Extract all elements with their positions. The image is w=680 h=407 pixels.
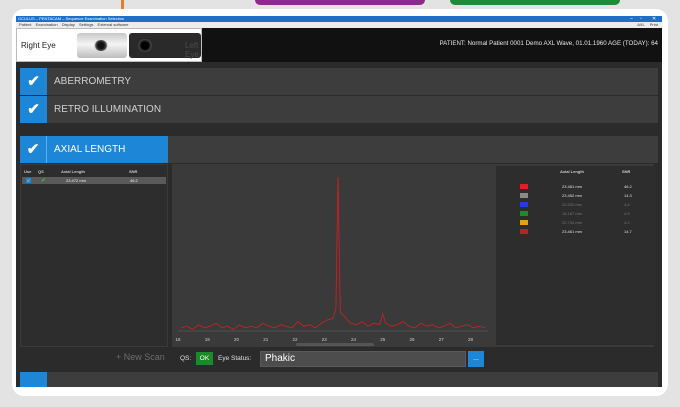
section-label: ABERROMETRY [54, 76, 132, 87]
purple-tab-edge [255, 0, 425, 5]
header-qs: QS [38, 169, 44, 174]
legend-snr: 4.9 [624, 211, 630, 216]
legend-swatch [520, 211, 528, 216]
menu-external-software[interactable]: External software [98, 22, 129, 27]
menu-examination[interactable]: Examination [36, 22, 58, 27]
x-tick-label: 25 [380, 337, 386, 342]
x-tick-label: 23 [322, 337, 328, 342]
legend-row[interactable]: 18.187 mm 4.9 [496, 210, 656, 217]
legend-header-snr: SNR [622, 169, 631, 174]
legend-axial-length: 23.452 mm [562, 193, 583, 198]
legend-snr: 46.2 [624, 184, 632, 189]
x-tick-label: 28 [468, 337, 474, 342]
patient-header: Right Eye Left Eye PATIENT: Normal Patie… [16, 28, 662, 62]
eye-status-label: Eye Status: [218, 355, 252, 362]
patient-info: PATIENT: Normal Patient 0001 Demo AXL Wa… [439, 40, 659, 47]
pentacam-window: OCULUS – PENTACAM – Sequence Examination… [16, 16, 662, 387]
x-tick-label: 20 [234, 337, 240, 342]
use-checkbox[interactable]: ✓ [26, 178, 31, 183]
checkmark-icon: ✔ [20, 96, 47, 123]
menu-print[interactable]: Print [650, 22, 658, 27]
qs-status-badge: OK [196, 352, 213, 365]
legend-swatch [520, 202, 528, 207]
green-tab-edge [450, 0, 620, 5]
right-eye-label[interactable]: Right Eye [21, 41, 56, 50]
section-label: AXIAL LENGTH [54, 144, 126, 155]
checkmark-icon [20, 372, 47, 387]
legend-snr: 14.7 [624, 229, 632, 234]
header-snr: SNR [129, 169, 138, 174]
scan-list-panel: Use QS Axial Length SNR ✓ ✔ 23.472 mm 46… [20, 164, 168, 347]
menu-display[interactable]: Display [62, 22, 75, 27]
window-title: OCULUS – PENTACAM – Sequence Examination… [18, 16, 125, 21]
section-next[interactable] [20, 372, 658, 387]
legend-axial-length: 22.734 mm [562, 220, 583, 225]
bottom-bar: + New Scan QS: OK Eye Status: Phakic ... [20, 349, 658, 369]
legend-swatch [520, 193, 528, 198]
x-tick-label: 21 [263, 337, 269, 342]
eye-status-field[interactable]: Phakic [260, 351, 466, 367]
scrollbar[interactable] [296, 343, 374, 346]
menu-settings[interactable]: Settings [79, 22, 93, 27]
x-tick-label: 27 [439, 337, 445, 342]
legend-axial-length: 23.481 mm [562, 184, 583, 189]
qs-label: QS: [180, 355, 192, 362]
menu-axl[interactable]: AXL [637, 22, 644, 27]
x-tick-label: 24 [351, 337, 357, 342]
right-eye-image[interactable] [77, 33, 127, 58]
table-row[interactable]: ✓ ✔ 23.472 mm 46.2 [22, 177, 166, 184]
eye-selector: Right Eye Left Eye [16, 28, 202, 62]
legend-axial-length: 20.330 mm [562, 202, 583, 207]
legend-swatch [520, 220, 528, 225]
more-button[interactable]: ... [468, 351, 484, 367]
scan-snr: 46.2 [130, 178, 138, 183]
section-retro-illumination[interactable]: ✔ RETRO ILLUMINATION [20, 96, 658, 123]
legend-axial-length: 18.187 mm [562, 211, 583, 216]
section-label: RETRO ILLUMINATION [54, 104, 162, 115]
x-tick-label: 22 [292, 337, 298, 342]
scan-axial-length: 23.472 mm [66, 178, 87, 183]
series-line [180, 177, 486, 330]
legend-header-axial-length: Axial Length [560, 169, 585, 174]
screenshot-frame: OCULUS – PENTACAM – Sequence Examination… [0, 0, 680, 407]
x-tick-label: 19 [205, 337, 211, 342]
menu-patient[interactable]: Patient [19, 22, 31, 27]
qs-check-icon: ✔ [41, 178, 47, 184]
scan-table-header: Use QS Axial Length SNR [21, 168, 167, 176]
active-tab[interactable]: ✔ AXIAL LENGTH [20, 136, 168, 163]
legend-row[interactable]: 23.452 mm 14.3 [496, 192, 656, 199]
legend-snr: 4.6 [624, 202, 630, 207]
legend-row[interactable]: 23.481 mm 46.2 [496, 183, 656, 190]
left-eye-label[interactable]: Left Eye [185, 41, 201, 59]
legend-row[interactable]: 23.461 mm 14.7 [496, 228, 656, 235]
legend-swatch [520, 184, 528, 189]
axial-length-chart: 18 19 20 21 22 23 24 25 26 27 28 [175, 177, 488, 342]
checkmark-icon: ✔ [20, 68, 47, 95]
legend-row[interactable]: 20.330 mm 4.6 [496, 201, 656, 208]
new-scan-button[interactable]: + New Scan [116, 352, 165, 362]
legend-snr: 14.3 [624, 193, 632, 198]
x-tick-label: 26 [409, 337, 415, 342]
legend-snr: 4.2 [624, 220, 630, 225]
legend-row[interactable]: 22.734 mm 4.2 [496, 219, 656, 226]
checkmark-icon: ✔ [20, 136, 47, 163]
x-tick-label: 18 [175, 337, 181, 342]
header-use: Use [24, 169, 32, 174]
legend-axial-length: 23.461 mm [562, 229, 583, 234]
section-aberrometry[interactable]: ✔ ABERROMETRY [20, 68, 658, 95]
legend-panel: Axial Length SNR 23.481 mm 46.2 23.452 m… [496, 166, 656, 345]
section-axial-length[interactable]: ✔ AXIAL LENGTH [20, 136, 658, 163]
header-axial-length: Axial Length [61, 169, 86, 174]
legend-swatch [520, 229, 528, 234]
